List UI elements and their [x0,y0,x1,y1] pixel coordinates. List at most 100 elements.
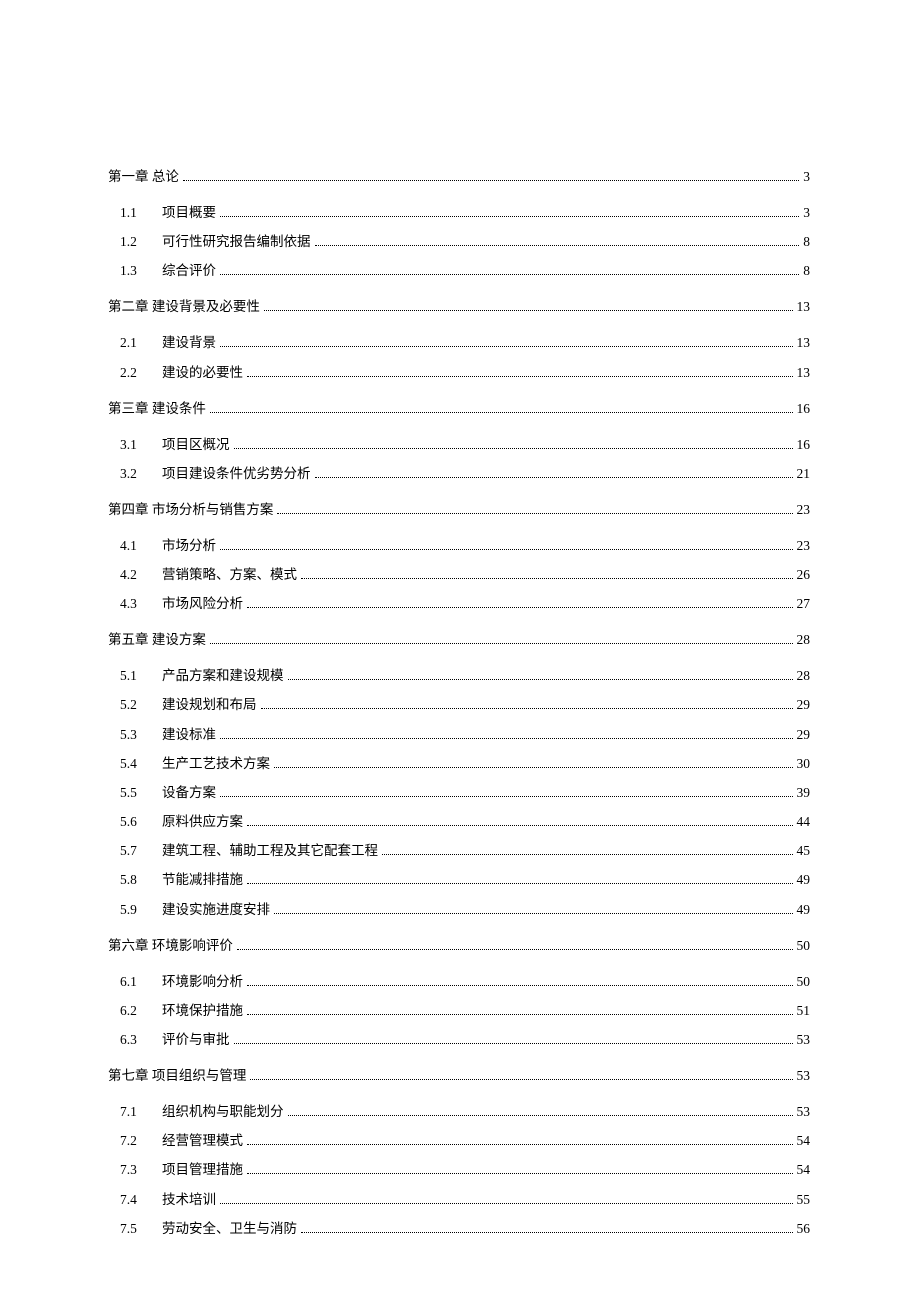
toc-page-number: 8 [803,263,810,279]
toc-section-title: 评价与审批 [162,1028,230,1048]
toc-section-title: 项目建设条件优劣势分析 [162,462,311,482]
toc-page-number: 54 [797,1162,811,1178]
toc-page-number: 3 [803,205,810,221]
toc-section-number: 3.1 [120,437,148,453]
toc-page-number: 53 [797,1104,811,1120]
toc-section-number: 5.2 [120,697,148,713]
toc-leader-dots [247,1014,793,1015]
toc-section-number: 7.5 [120,1221,148,1237]
toc-section-number: 1.1 [120,205,148,221]
toc-leader-dots [301,1232,793,1233]
toc-section-title: 项目管理措施 [162,1158,243,1178]
toc-entry: 第一章 总论 3 [108,165,810,185]
toc-entry: 第七章 项目组织与管理 53 [108,1064,810,1084]
toc-chapter-title: 第四章 市场分析与销售方案 [108,498,273,518]
toc-section-title: 建筑工程、辅助工程及其它配套工程 [162,839,378,859]
toc-page-number: 23 [797,502,811,518]
toc-leader-dots [274,767,793,768]
toc-page-number: 50 [797,974,811,990]
toc-section-title: 产品方案和建设规模 [162,664,284,684]
toc-entry: 7.3项目管理措施54 [108,1158,810,1178]
toc-section-title: 原料供应方案 [162,810,243,830]
toc-section-number: 5.6 [120,814,148,830]
toc-section-title: 劳动安全、卫生与消防 [162,1217,297,1237]
toc-section-number: 1.2 [120,234,148,250]
toc-section-number: 7.1 [120,1104,148,1120]
toc-entry: 5.6 原料供应方案 44 [108,810,810,830]
toc-section-title: 建设的必要性 [162,361,243,381]
toc-entry: 2.2建设的必要性13 [108,361,810,381]
toc-leader-dots [247,1144,793,1145]
toc-section-title: 生产工艺技术方案 [162,752,270,772]
toc-entry: 5.5设备方案39 [108,781,810,801]
toc-page-number: 13 [797,335,811,351]
toc-leader-dots [234,1043,793,1044]
toc-page-number: 28 [797,632,811,648]
toc-leader-dots [382,854,793,855]
toc-leader-dots [301,578,793,579]
toc-page-number: 53 [797,1068,811,1084]
toc-page-number: 55 [797,1192,811,1208]
toc-section-number: 5.5 [120,785,148,801]
toc-leader-dots [220,796,793,797]
toc-page-number: 28 [797,668,811,684]
toc-leader-dots [277,513,792,514]
toc-chapter-title: 第五章 建设方案 [108,628,206,648]
toc-page-number: 54 [797,1133,811,1149]
toc-page-number: 13 [797,299,811,315]
toc-page-number: 49 [797,902,811,918]
toc-section-number: 5.9 [120,902,148,918]
toc-section-title: 设备方案 [162,781,216,801]
toc-page-number: 29 [797,697,811,713]
toc-entry: 6.3评价与审批53 [108,1028,810,1048]
toc-entry: 4.1市场分析23 [108,534,810,554]
toc-entry: 5.4生产工艺技术方案30 [108,752,810,772]
toc-section-title: 项目区概况 [162,433,230,453]
toc-page-number: 30 [797,756,811,772]
toc-chapter-title: 第三章 建设条件 [108,397,206,417]
toc-page-number: 16 [797,437,811,453]
toc-entry: 4.2营销策略、方案、模式26 [108,563,810,583]
toc-leader-dots [288,679,793,680]
toc-section-title: 环境影响分析 [162,970,243,990]
toc-page-number: 3 [803,169,810,185]
toc-section-number: 6.2 [120,1003,148,1019]
toc-chapter-title: 第七章 项目组织与管理 [108,1064,246,1084]
toc-section-number: 6.1 [120,974,148,990]
toc-section-title: 组织机构与职能划分 [162,1100,284,1120]
toc-section-title: 综合评价 [162,259,216,279]
toc-leader-dots [247,825,793,826]
toc-section-number: 4.3 [120,596,148,612]
toc-entry: 第五章 建设方案 28 [108,628,810,648]
toc-section-number: 5.8 [120,872,148,888]
toc-leader-dots [220,1203,793,1204]
toc-entry: 6.2环境保护措施51 [108,999,810,1019]
toc-page-number: 13 [797,365,811,381]
toc-chapter-title: 第一章 总论 [108,165,179,185]
toc-entry: 7.2经营管理模式54 [108,1129,810,1149]
toc-entry: 5.2建设规划和布局29 [108,693,810,713]
toc-page-number: 44 [797,814,811,830]
toc-leader-dots [247,1173,793,1174]
toc-section-number: 1.3 [120,263,148,279]
toc-section-title: 环境保护措施 [162,999,243,1019]
toc-entry: 5.7建筑工程、辅助工程及其它配套工程45 [108,839,810,859]
toc-chapter-title: 第二章 建设背景及必要性 [108,295,260,315]
toc-leader-dots [210,643,793,644]
toc-section-number: 4.1 [120,538,148,554]
toc-page-number: 53 [797,1032,811,1048]
toc-leader-dots [264,310,793,311]
toc-entry: 4.3 市场风险分析 27 [108,592,810,612]
toc-leader-dots [210,412,793,413]
toc-leader-dots [274,913,793,914]
toc-page-number: 27 [797,596,811,612]
toc-entry: 5.8节能减排措施49 [108,868,810,888]
table-of-contents: 第一章 总论31.1项目概要31.2可行性研究报告编制依据81.3综合评价8第二… [108,165,810,1237]
toc-page-number: 26 [797,567,811,583]
toc-section-title: 市场风险分析 [162,592,243,612]
toc-leader-dots [220,274,799,275]
toc-section-title: 节能减排措施 [162,868,243,888]
toc-section-title: 项目概要 [162,201,216,221]
toc-section-title: 建设实施进度安排 [162,898,270,918]
toc-entry: 5.9 建设实施进度安排 49 [108,898,810,918]
